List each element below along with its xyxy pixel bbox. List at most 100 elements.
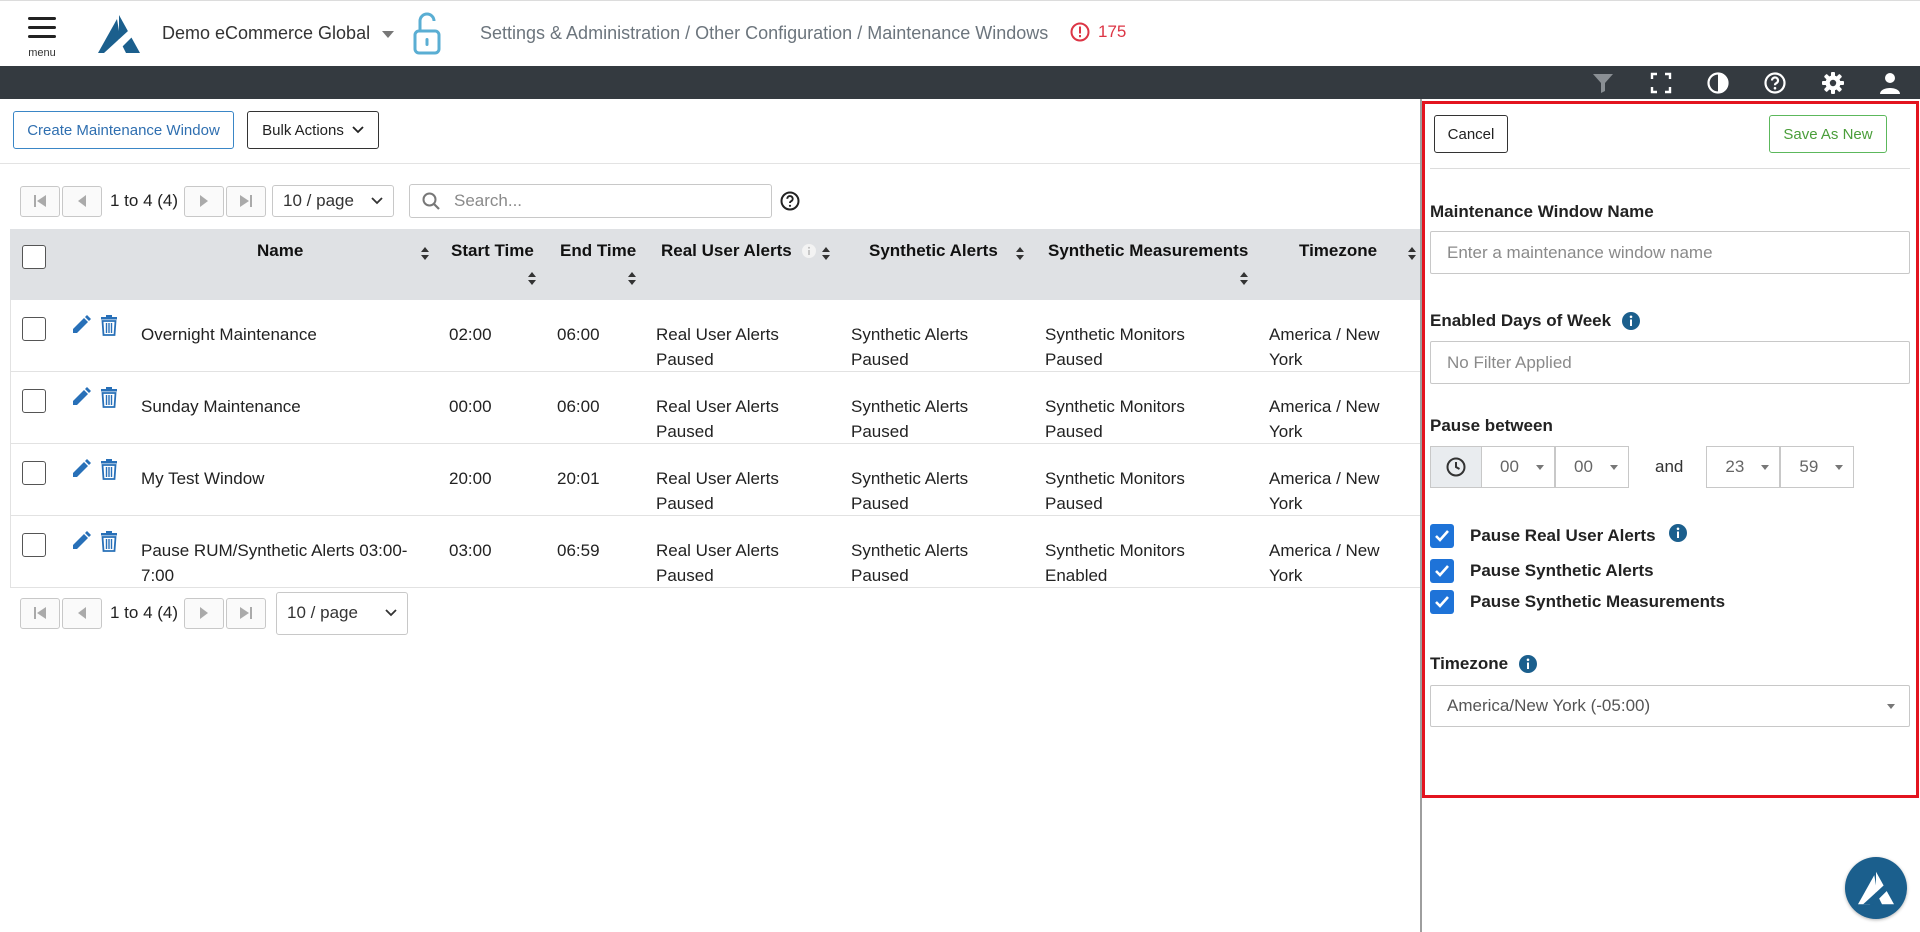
sort-timezone-icon[interactable] [1407,247,1417,261]
save-as-new-button[interactable]: Save As New [1769,115,1887,153]
column-header-start-time[interactable]: Start Time [451,241,534,261]
row-start-time: 02:00 [449,325,492,344]
pause-time-range: 00 00 and 23 59 [1430,446,1855,488]
sort-synthetic-alerts-icon[interactable] [1015,247,1025,261]
maintenance-windows-table: Name Start Time End Time Real User Alert… [10,229,1420,588]
delete-trash-icon[interactable] [98,386,120,408]
chevron-down-icon [371,197,383,205]
edit-pencil-icon[interactable] [70,530,92,552]
delete-trash-icon[interactable] [98,530,120,552]
caret-down-icon [1536,464,1544,470]
org-dropdown-icon[interactable] [382,31,394,38]
unlock-icon[interactable] [412,11,442,55]
alert-count-badge[interactable]: 175 [1070,22,1126,42]
pause-synthetic-alerts-checkbox[interactable] [1430,559,1454,583]
column-header-name[interactable]: Name [257,241,303,261]
next-page-button[interactable] [184,185,225,217]
row-synthetic-measurements-status: Synthetic Monitors Paused [1045,469,1185,513]
row-synthetic-measurements-status: Synthetic Monitors Enabled [1045,541,1185,585]
row-end-time: 06:00 [557,325,600,344]
start-minute-select[interactable]: 00 [1555,446,1629,488]
row-checkbox[interactable] [22,533,46,557]
pause-real-user-alerts-label: Pause Real User Alerts [1470,526,1656,545]
prev-page-button[interactable] [62,597,102,629]
edit-pencil-icon[interactable] [70,386,92,408]
end-hour-select[interactable]: 23 [1706,446,1781,488]
page-size-select[interactable]: 10 / page [276,591,409,635]
gear-icon[interactable] [1821,71,1845,95]
column-header-end-time[interactable]: End Time [560,241,636,261]
timezone-select[interactable]: America/New York (-05:00) [1430,685,1910,727]
alert-circle-icon [1070,22,1090,42]
column-header-timezone[interactable]: Timezone [1299,241,1377,261]
chevron-down-icon [352,126,364,134]
assistant-logo-button[interactable] [1845,857,1907,919]
last-page-button[interactable] [226,597,267,629]
column-info-icon[interactable] [801,243,817,259]
search-help-icon[interactable] [780,191,800,211]
first-page-button[interactable] [20,185,60,217]
row-name[interactable]: Sunday Maintenance [141,394,301,419]
first-page-button[interactable] [20,597,60,629]
sort-name-icon[interactable] [420,247,430,261]
window-name-input[interactable] [1447,242,1887,263]
table-row: Pause RUM/Synthetic Alerts 03:00- 7:00 03… [10,516,1420,588]
row-name[interactable]: My Test Window [141,466,264,491]
pause-real-user-alerts-checkbox[interactable] [1430,524,1454,548]
filter-icon[interactable] [1591,71,1615,95]
menu-button[interactable]: menu [24,13,60,61]
sort-synthetic-measurements-icon[interactable] [1239,272,1249,286]
enabled-days-label: Enabled Days of Week [1430,311,1641,331]
caret-down-icon [1610,464,1618,470]
fullscreen-icon[interactable] [1649,71,1673,95]
brand-logo-icon [1858,871,1894,905]
row-real-user-alerts-status: Real User Alerts Paused [656,325,779,369]
column-header-synthetic-measurements[interactable]: Synthetic Measurements [1048,241,1248,261]
window-name-label: Maintenance Window Name [1430,202,1654,221]
row-name[interactable]: Pause RUM/Synthetic Alerts 03:00- 7:00 [141,538,407,588]
delete-trash-icon[interactable] [98,458,120,480]
column-header-synthetic-alerts[interactable]: Synthetic Alerts [869,241,998,261]
next-page-button[interactable] [184,597,225,629]
search-icon [422,192,440,210]
breadcrumb: Settings & Administration / Other Config… [480,23,1049,43]
last-page-button[interactable] [226,185,267,217]
prev-page-button[interactable] [62,185,102,217]
enabled-days-select[interactable]: No Filter Applied [1430,341,1910,384]
info-icon[interactable] [1621,311,1641,331]
row-synthetic-alerts-status: Synthetic Alerts Paused [851,541,969,585]
column-header-real-user-alerts[interactable]: Real User Alerts [661,241,792,261]
user-icon[interactable] [1878,71,1902,95]
row-checkbox[interactable] [22,389,46,413]
row-checkbox[interactable] [22,461,46,485]
info-icon[interactable] [1668,523,1688,543]
delete-trash-icon[interactable] [98,314,120,336]
sort-start-time-icon[interactable] [527,272,537,286]
edit-pencil-icon[interactable] [70,314,92,336]
cancel-button[interactable]: Cancel [1434,115,1508,153]
page-size-select[interactable]: 10 / page [272,185,395,217]
select-all-checkbox[interactable] [22,245,46,269]
info-icon[interactable] [1518,654,1538,674]
row-checkbox[interactable] [22,317,46,341]
table-header: Name Start Time End Time Real User Alert… [10,229,1420,300]
start-hour-select[interactable]: 00 [1481,446,1555,488]
row-name[interactable]: Overnight Maintenance [141,322,317,347]
create-maintenance-window-button[interactable]: Create Maintenance Window [13,111,234,149]
row-start-time: 00:00 [449,397,492,416]
brand-logo-icon [96,13,142,55]
search-input[interactable] [452,190,752,212]
window-name-field [1430,231,1910,274]
row-start-time: 20:00 [449,469,492,488]
pause-real-user-alerts-row: Pause Real User Alerts [1430,524,1688,548]
sort-end-time-icon[interactable] [627,272,637,286]
contrast-icon[interactable] [1706,71,1730,95]
sort-real-user-alerts-icon[interactable] [821,247,831,261]
end-minute-select[interactable]: 59 [1780,446,1855,488]
edit-pencil-icon[interactable] [70,458,92,480]
caret-down-icon [1835,464,1844,470]
bulk-actions-button[interactable]: Bulk Actions [247,111,379,149]
org-name[interactable]: Demo eCommerce Global [162,23,370,44]
pause-synthetic-measurements-checkbox[interactable] [1430,590,1454,614]
help-icon[interactable] [1763,71,1787,95]
